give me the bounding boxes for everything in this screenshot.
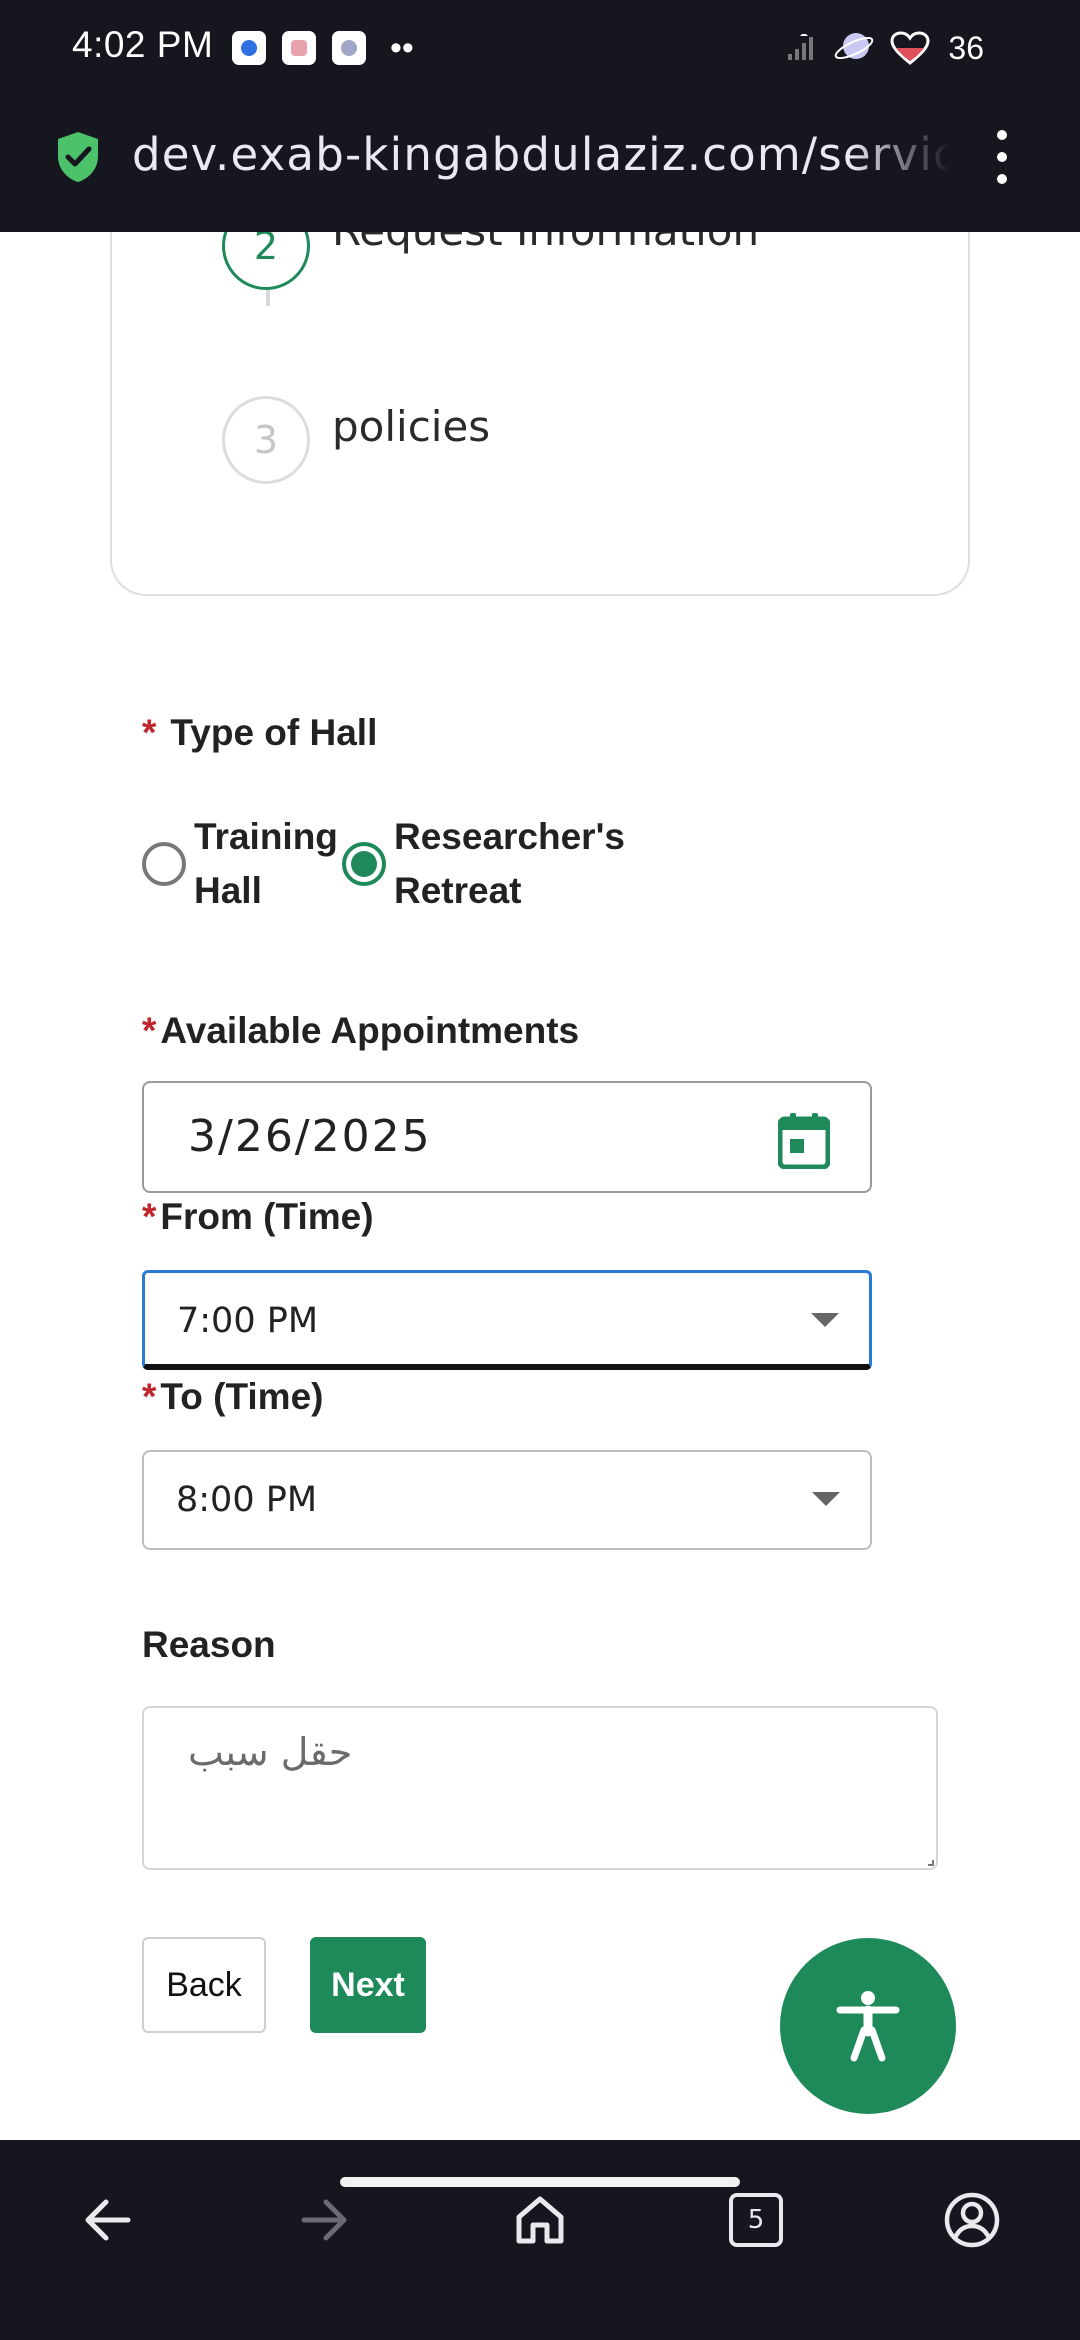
required-mark: * — [142, 712, 157, 753]
nav-tabs-button[interactable]: 5 — [726, 2190, 786, 2250]
home-icon — [516, 2196, 564, 2244]
step-3-number: 3 — [253, 418, 279, 462]
menu-dot — [997, 130, 1007, 140]
to-time-label: * To (Time) — [142, 1376, 323, 1418]
menu-dot — [997, 174, 1007, 184]
chevron-down-icon[interactable] — [812, 1492, 840, 1506]
reason-textarea[interactable] — [144, 1708, 936, 1868]
nav-account-button[interactable] — [942, 2190, 1002, 2250]
radio-researchers-retreat[interactable]: Researcher's Retreat — [342, 810, 644, 918]
reason-label: Reason — [142, 1624, 276, 1666]
reason-label-text: Reason — [142, 1624, 276, 1665]
forward-arrow-icon — [301, 2199, 347, 2241]
from-time-value[interactable]: 7:00 PM — [177, 1301, 318, 1341]
appointments-label-text: Available Appointments — [160, 1010, 580, 1051]
browser-menu-icon[interactable] — [992, 130, 1012, 184]
tab-count: 5 — [747, 2205, 765, 2235]
battery-level: 36 — [948, 29, 984, 66]
more-notifications-indicator: •• — [390, 29, 414, 67]
status-time: 4:02 PM — [72, 24, 214, 65]
reason-textarea-container[interactable] — [142, 1706, 938, 1870]
home-indicator-bar[interactable] — [340, 2177, 740, 2187]
step-3-label: policies — [332, 402, 491, 451]
status-right-icons: 36 — [788, 28, 984, 68]
required-mark: * — [142, 1196, 157, 1237]
messenger-icon — [232, 31, 266, 65]
brain-app-icon — [332, 31, 366, 65]
url-field[interactable]: dev.exab-kingabdulaziz.com/services — [132, 128, 950, 188]
account-icon — [944, 2192, 1000, 2248]
accessibility-icon — [836, 1991, 900, 2062]
radio-button-training-hall[interactable] — [142, 842, 186, 886]
radio-label-researchers-retreat[interactable]: Researcher's Retreat — [394, 810, 644, 918]
radio-button-researchers-retreat[interactable] — [342, 842, 386, 886]
hall-type-label-text: Type of Hall — [170, 712, 378, 753]
signal-icon — [788, 34, 814, 60]
nav-home-button[interactable] — [510, 2190, 570, 2250]
from-time-select[interactable]: 7:00 PM — [142, 1270, 872, 1370]
radio-training-hall[interactable]: Training Hall — [142, 810, 342, 918]
status-bar: 4:02 PM •• 36 — [0, 0, 1080, 100]
hall-type-label: * Type of Hall — [142, 712, 377, 754]
heart-battery-icon — [890, 31, 930, 65]
resize-handle[interactable] — [928, 1860, 934, 1866]
back-arrow-icon — [85, 2199, 131, 2241]
nav-back-button[interactable] — [78, 2190, 138, 2250]
step-3-indicator: 3 — [222, 396, 310, 484]
to-time-label-text: To (Time) — [160, 1376, 324, 1417]
browser-bottom-nav: 5 — [0, 2140, 1080, 2340]
calendar-icon[interactable] — [778, 1113, 830, 1169]
photo-app-icon — [282, 31, 316, 65]
accessibility-button[interactable] — [780, 1938, 956, 2114]
browser-toolbar: dev.exab-kingabdulaziz.com/services — [0, 100, 1080, 232]
back-button[interactable]: Back — [142, 1937, 266, 2033]
required-mark: * — [142, 1376, 157, 1417]
from-time-label-text: From (Time) — [160, 1196, 374, 1237]
chevron-down-icon[interactable] — [811, 1313, 839, 1327]
appointment-date-value[interactable]: 3/26/2025 — [188, 1111, 432, 1162]
from-time-label: * From (Time) — [142, 1196, 374, 1238]
radio-label-training-hall[interactable]: Training Hall — [194, 810, 342, 918]
notification-icons: •• — [232, 31, 414, 65]
secure-shield-icon[interactable] — [54, 130, 102, 184]
hall-type-radio-group: Training Hall Researcher's Retreat — [142, 810, 644, 918]
tabs-icon: 5 — [729, 2193, 783, 2247]
to-time-value[interactable]: 8:00 PM — [176, 1480, 317, 1520]
required-mark: * — [142, 1010, 157, 1051]
data-sync-icon — [835, 33, 874, 60]
next-button[interactable]: Next — [310, 1937, 426, 2033]
nav-forward-button[interactable] — [294, 2190, 354, 2250]
to-time-select[interactable]: 8:00 PM — [142, 1450, 872, 1550]
appointment-date-input[interactable]: 3/26/2025 — [142, 1081, 872, 1193]
menu-dot — [997, 152, 1007, 162]
appointments-label: * Available Appointments — [142, 1010, 579, 1052]
